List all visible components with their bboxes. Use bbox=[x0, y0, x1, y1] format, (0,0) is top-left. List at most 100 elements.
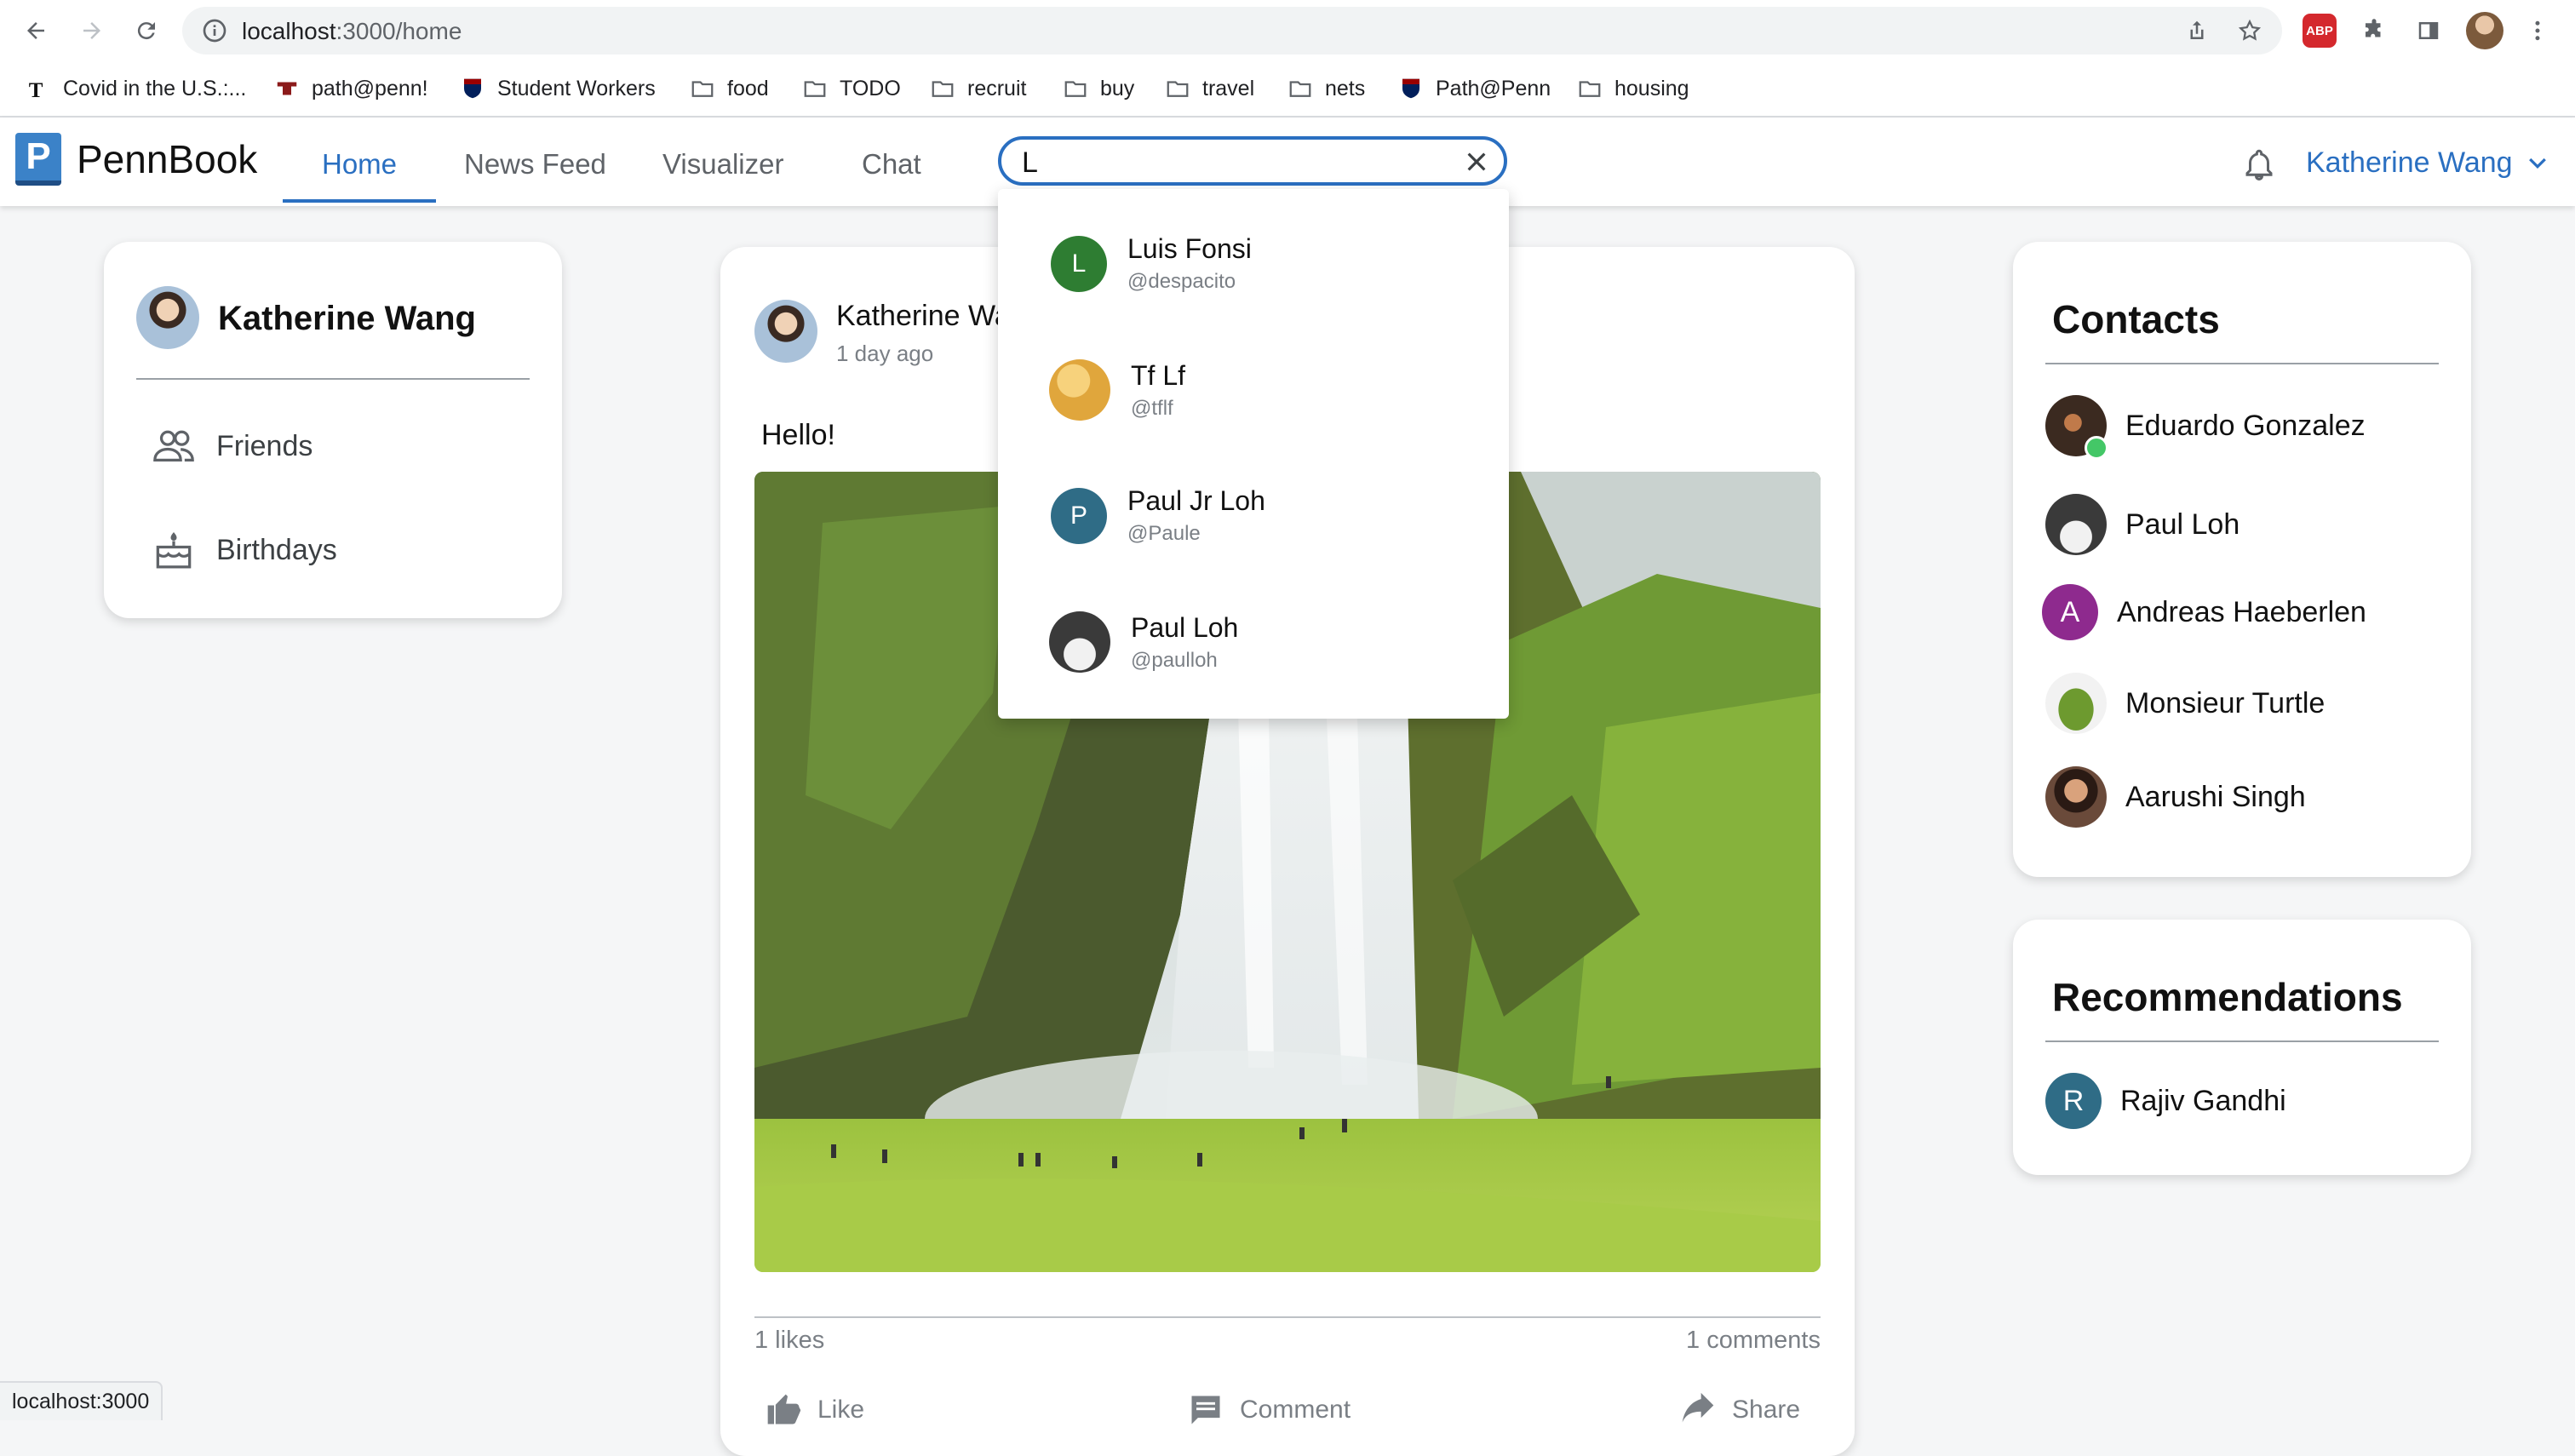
result-name: Paul Jr Loh bbox=[1127, 485, 1265, 516]
contact-name: Andreas Haeberlen bbox=[2117, 595, 2366, 628]
online-status-dot bbox=[2085, 436, 2108, 460]
notifications-bell-icon[interactable] bbox=[2241, 146, 2277, 182]
bookmark-student-workers[interactable]: Student Workers bbox=[460, 70, 656, 107]
contacts-card: Contacts Eduardo Gonzalez Paul Loh A And… bbox=[2013, 242, 2471, 877]
penn-shield-icon bbox=[460, 76, 485, 101]
app-title[interactable]: PennBook bbox=[77, 136, 257, 182]
share-icon[interactable] bbox=[2178, 12, 2216, 49]
like-label: Like bbox=[817, 1396, 865, 1424]
like-button[interactable]: Like bbox=[765, 1391, 864, 1429]
contact-name: Aarushi Singh bbox=[2125, 780, 2306, 813]
tab-visualizer[interactable]: Visualizer bbox=[662, 148, 783, 181]
sidebar-item-birthdays[interactable]: Birthdays bbox=[150, 526, 337, 574]
adblock-icon[interactable]: ABP bbox=[2303, 14, 2337, 48]
contact-item[interactable]: Aarushi Singh bbox=[2045, 766, 2306, 828]
bookmark-folder-buy[interactable]: buy bbox=[1063, 70, 1134, 107]
folder-icon bbox=[690, 76, 715, 101]
profile-card: Katherine Wang Friends Birthdays bbox=[104, 242, 562, 618]
search-results-dropdown: L Luis Fonsi @despacito Tf Lf @tflf P Pa… bbox=[998, 189, 1509, 719]
folder-icon bbox=[1577, 76, 1603, 101]
forward-icon[interactable] bbox=[73, 12, 111, 49]
comment-button[interactable]: Comment bbox=[1187, 1391, 1351, 1429]
bookmark-label: Student Workers bbox=[497, 76, 656, 100]
result-handle: @paulloh bbox=[1131, 648, 1218, 672]
profile-name[interactable]: Katherine Wang bbox=[218, 300, 476, 338]
svg-text:T: T bbox=[29, 79, 43, 101]
avatar: L bbox=[1051, 235, 1107, 292]
bookmark-folder-recruit[interactable]: recruit bbox=[930, 70, 1026, 107]
avatar: A bbox=[2042, 584, 2098, 640]
search-result-item[interactable]: Paul Loh @paulloh bbox=[1049, 611, 1238, 673]
thumbs-up-icon bbox=[767, 1394, 801, 1424]
bookmark-label: travel bbox=[1202, 76, 1255, 100]
recommendation-item[interactable]: R Rajiv Gandhi bbox=[2045, 1073, 2286, 1129]
likes-count[interactable]: 1 likes bbox=[754, 1327, 824, 1355]
active-tab-indicator bbox=[283, 199, 436, 203]
sidebar-item-label: Birthdays bbox=[216, 533, 337, 566]
pennbook-logo-icon[interactable]: P bbox=[15, 133, 61, 186]
extensions-icon[interactable] bbox=[2355, 12, 2393, 49]
recommendations-card: Recommendations R Rajiv Gandhi bbox=[2013, 920, 2471, 1175]
sidebar-item-friends[interactable]: Friends bbox=[150, 422, 313, 470]
avatar bbox=[1049, 359, 1110, 421]
avatar bbox=[2045, 494, 2107, 555]
result-handle: @Paule bbox=[1127, 522, 1201, 545]
contact-item[interactable]: Monsieur Turtle bbox=[2045, 673, 2325, 734]
nyt-icon: T bbox=[26, 76, 51, 101]
bookmark-folder-todo[interactable]: TODO bbox=[802, 70, 901, 107]
penn-shield-icon bbox=[1398, 76, 1424, 101]
divider bbox=[2045, 363, 2439, 364]
search-input[interactable] bbox=[1020, 145, 1449, 181]
comment-label: Comment bbox=[1240, 1396, 1351, 1424]
user-search bbox=[998, 136, 1507, 186]
bookmark-path-penn[interactable]: Path@Penn bbox=[1398, 70, 1551, 107]
site-info-icon[interactable] bbox=[201, 17, 228, 44]
bookmark-path-penn-lower[interactable]: path@penn! bbox=[274, 70, 428, 107]
avatar bbox=[2045, 673, 2107, 734]
bookmark-label: Covid in the U.S.:... bbox=[63, 76, 247, 100]
contacts-title: Contacts bbox=[2052, 297, 2220, 341]
bookmark-star-icon[interactable] bbox=[2231, 12, 2268, 49]
result-name: Tf Lf bbox=[1131, 359, 1186, 391]
avatar[interactable] bbox=[136, 286, 199, 349]
back-icon[interactable] bbox=[17, 12, 54, 49]
search-result-item[interactable]: L Luis Fonsi @despacito bbox=[1051, 233, 1252, 294]
profile-avatar-icon[interactable] bbox=[2466, 12, 2503, 49]
avatar bbox=[2045, 766, 2107, 828]
tab-home[interactable]: Home bbox=[322, 148, 397, 181]
address-bar[interactable]: localhost:3000/home bbox=[182, 7, 2282, 54]
bookmark-folder-travel[interactable]: travel bbox=[1165, 70, 1254, 107]
bookmark-label: Path@Penn bbox=[1436, 76, 1551, 100]
bookmark-label: housing bbox=[1614, 76, 1689, 100]
search-result-item[interactable]: P Paul Jr Loh @Paule bbox=[1051, 485, 1265, 546]
kebab-menu-icon[interactable] bbox=[2519, 12, 2556, 49]
comments-count[interactable]: 1 comments bbox=[1686, 1327, 1821, 1355]
folder-icon bbox=[1288, 76, 1313, 101]
folder-icon bbox=[802, 76, 828, 101]
contact-item[interactable]: Paul Loh bbox=[2045, 494, 2240, 555]
tab-news-feed[interactable]: News Feed bbox=[464, 148, 606, 181]
avatar bbox=[2045, 395, 2108, 460]
bookmark-folder-food[interactable]: food bbox=[690, 70, 769, 107]
friends-icon bbox=[153, 430, 194, 461]
clear-search-icon[interactable] bbox=[1463, 148, 1490, 175]
bookmark-folder-housing[interactable]: housing bbox=[1577, 70, 1689, 107]
tab-chat[interactable]: Chat bbox=[862, 148, 921, 181]
result-name: Luis Fonsi bbox=[1127, 233, 1252, 264]
user-menu-button[interactable]: Katherine Wang bbox=[2306, 146, 2550, 180]
post-author-avatar[interactable] bbox=[754, 300, 817, 363]
side-panel-icon[interactable] bbox=[2410, 12, 2447, 49]
contact-item[interactable]: A Andreas Haeberlen bbox=[2042, 584, 2366, 640]
share-button[interactable]: Share bbox=[1679, 1391, 1800, 1429]
avatar bbox=[1049, 611, 1110, 673]
bookmark-label: recruit bbox=[967, 76, 1027, 100]
contact-item[interactable]: Eduardo Gonzalez bbox=[2045, 395, 2366, 460]
bookmark-label: buy bbox=[1100, 76, 1135, 100]
bookmark-folder-nets[interactable]: nets bbox=[1288, 70, 1365, 107]
bookmark-covid[interactable]: T Covid in the U.S.:... bbox=[26, 70, 247, 107]
reload-icon[interactable] bbox=[128, 12, 165, 49]
folder-icon bbox=[930, 76, 955, 101]
search-result-item[interactable]: Tf Lf @tflf bbox=[1049, 359, 1186, 421]
chevron-down-icon bbox=[2528, 158, 2546, 169]
post-text: Hello! bbox=[761, 419, 835, 451]
